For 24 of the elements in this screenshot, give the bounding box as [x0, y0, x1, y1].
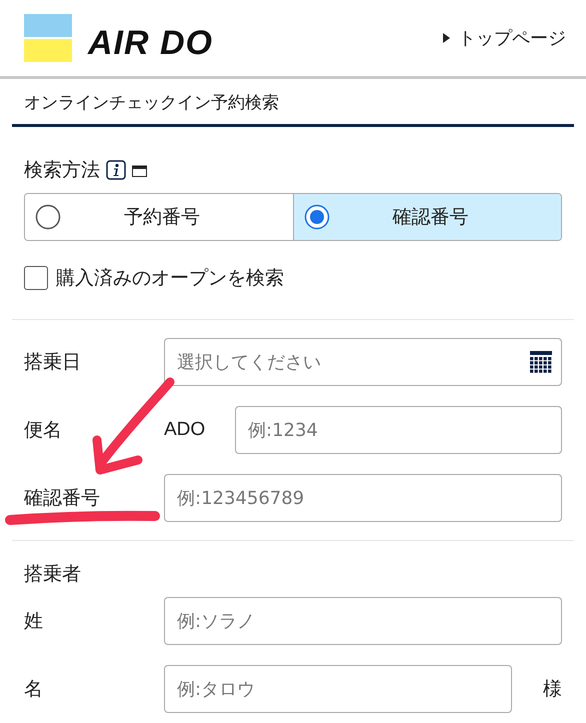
checkbox[interactable] — [24, 266, 48, 290]
logo-text: AIR DO — [88, 24, 213, 62]
window-icon[interactable] — [132, 164, 147, 176]
field-label: 名 — [24, 677, 44, 702]
input-field[interactable]: 例:1234 — [235, 406, 562, 454]
info-icon[interactable] — [106, 160, 126, 180]
top-page-link[interactable]: トップページ — [443, 26, 566, 50]
section-label: 検索方法 — [24, 158, 100, 183]
input-field[interactable]: 例:タロウ — [164, 665, 512, 713]
input-field[interactable]: 例:123456789 — [164, 474, 562, 522]
field-label: 搭乗日 — [24, 350, 82, 375]
input-field[interactable]: 例:ソラノ — [164, 597, 562, 645]
honorific-suffix: 様 — [542, 677, 562, 702]
triangle-icon — [443, 33, 450, 43]
checkbox-label: 購入済みのオープンを検索 — [56, 266, 284, 291]
field-label: 姓 — [24, 609, 44, 634]
field-label: 便名 — [24, 418, 63, 443]
section-label: 搭乗者 — [24, 562, 82, 587]
field-label: 確認番号 — [24, 486, 101, 511]
flight-prefix: ADO — [164, 419, 206, 441]
calendar-icon[interactable] — [530, 351, 552, 373]
logo-icon — [24, 14, 72, 62]
date-field[interactable]: 選択してください — [164, 338, 562, 386]
page-title: オンラインチェックイン予約検索 — [12, 79, 574, 127]
